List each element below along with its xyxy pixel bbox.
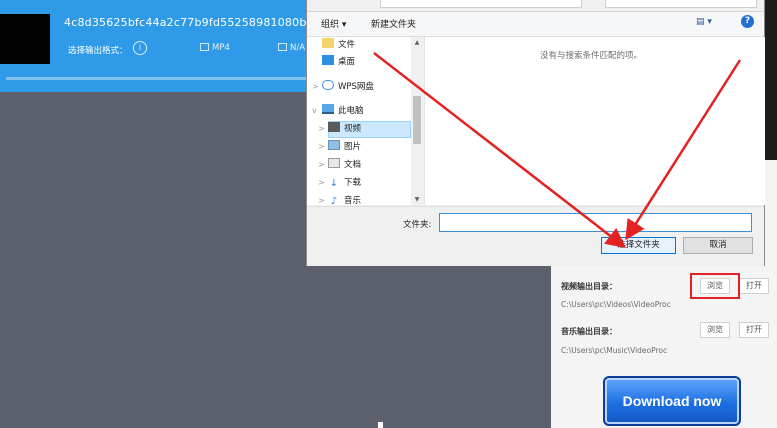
arrow-to-select-button [373,52,626,249]
annotation-arrow [373,52,742,249]
arrow-to-select-button-2 [625,59,742,241]
mouse-cursor-icon [378,422,383,428]
